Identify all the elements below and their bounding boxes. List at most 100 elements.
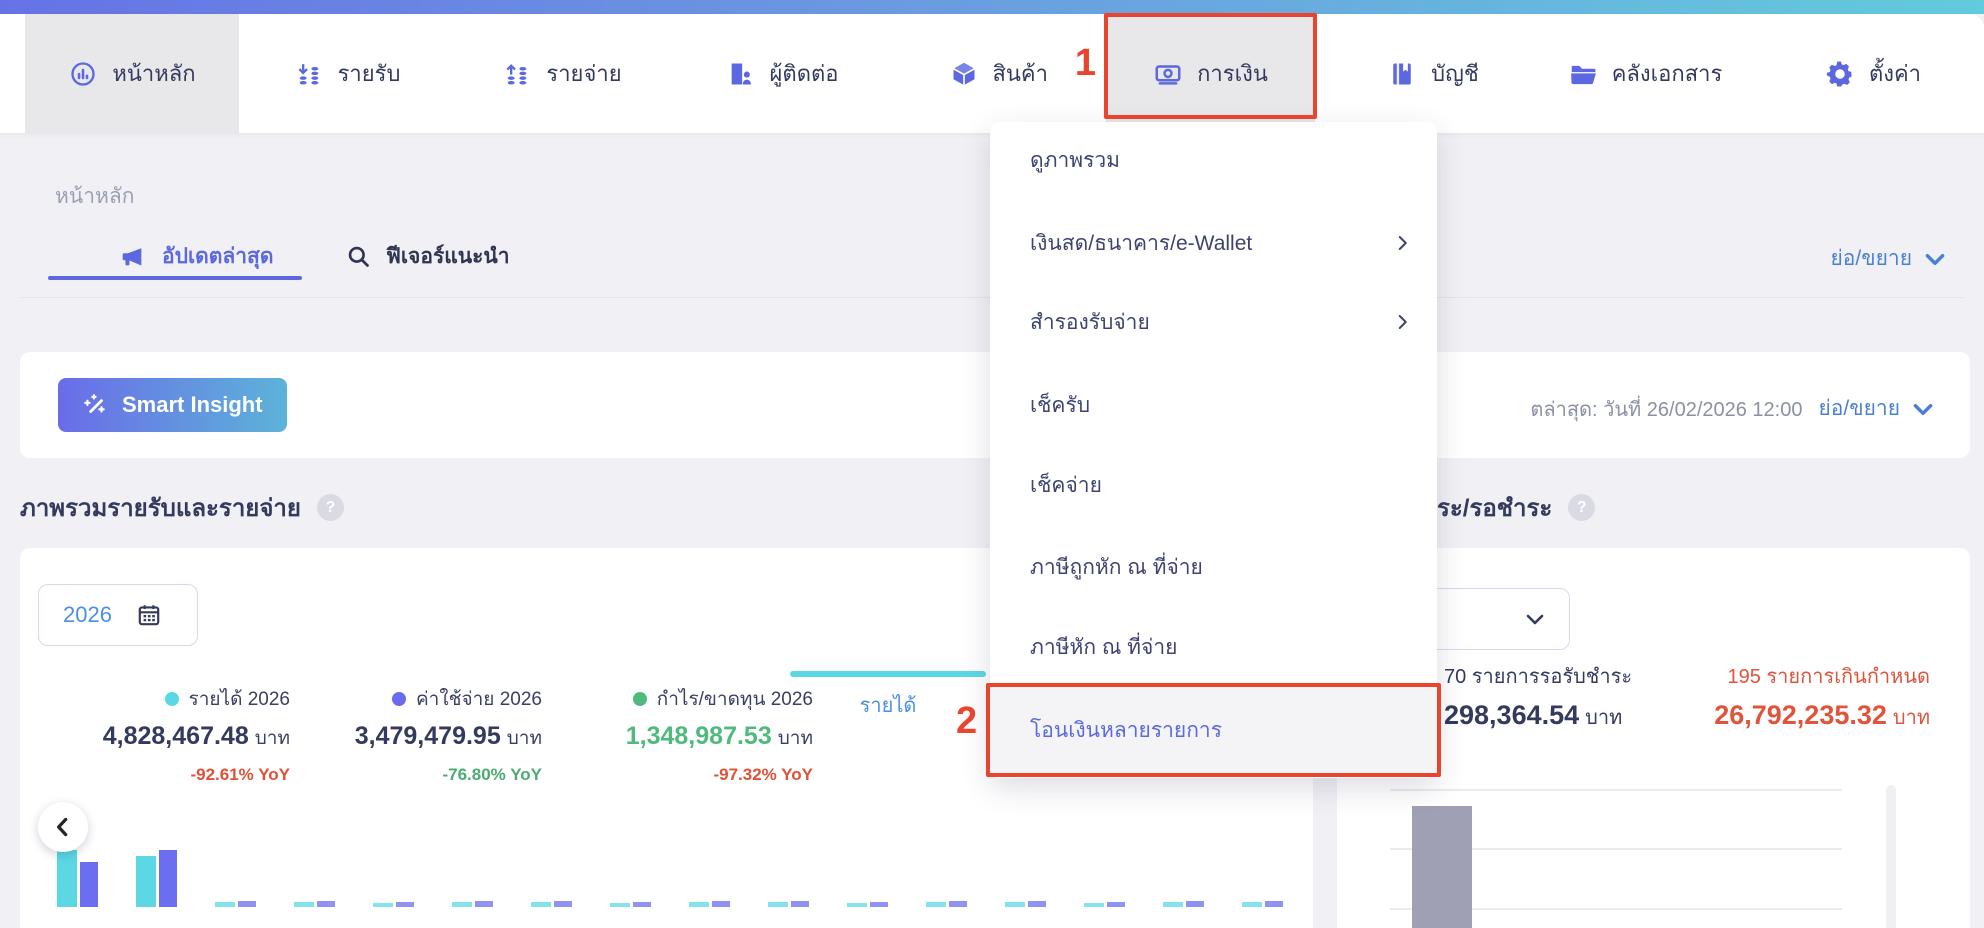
stat-count: 70 รายการรอรับชำระ [1444, 660, 1632, 692]
overdue-stat: 195 รายการเกินกำหนด26,792,235.32บาท [1714, 660, 1930, 733]
nav-item-label: สินค้า [992, 56, 1048, 91]
help-icon[interactable]: ? [317, 494, 344, 521]
menu-item-finance[interactable]: เงินสด/ธนาคาร/e-Wallet [990, 213, 1437, 273]
ledger-icon [1387, 59, 1417, 89]
nav-item-label: ผู้ติดต่อ [770, 56, 839, 91]
gridline [1390, 789, 1842, 791]
chart-bar-expense [633, 902, 651, 907]
menu-item-finance[interactable]: ภาษีหัก ณ ที่จ่าย [990, 617, 1437, 677]
active-tab-underline [48, 276, 302, 280]
main-navbar: หน้าหลัก รายรับ รายจ่าย ผู้ติดต่อ สินค้า การเ… [0, 14, 1984, 133]
nav-item-label: บัญชี [1431, 56, 1479, 91]
chart-bar-revenue [610, 903, 630, 907]
legend-value: 3,479,479.95บาท [310, 722, 542, 753]
scrollbar[interactable] [1886, 785, 1896, 928]
legend-yoy: -97.32% YoY [580, 765, 813, 785]
nav-item-gear[interactable]: ตั้งค่า [1818, 14, 1928, 133]
tab-latest-updates[interactable]: อัปเดตล่าสุด [118, 240, 274, 273]
chart-bar-revenue [768, 902, 788, 907]
chevron-down-icon [1910, 396, 1936, 422]
dashboard-icon [68, 59, 98, 89]
chart-bar-expense [712, 901, 730, 907]
menu-item-finance[interactable]: ภาษีถูกหัก ณ ที่จ่าย [990, 537, 1437, 597]
chart-bar-expense [791, 901, 809, 907]
chart-bar-expense [317, 901, 335, 907]
income-icon [294, 59, 324, 89]
legend-value: 1,348,987.53บาท [580, 722, 813, 753]
chart-bar-revenue [1005, 902, 1025, 907]
nav-item-product[interactable]: สินค้า [944, 14, 1054, 133]
menu-item-label: เช็คจ่าย [1030, 469, 1411, 502]
collapse-expand-top[interactable]: ย่อ/ขยาย [1830, 242, 1948, 275]
smart-insight-button[interactable]: Smart Insight [58, 378, 287, 432]
menu-item-finance[interactable]: สำรองรับจ่าย [990, 292, 1437, 352]
menu-item-label: ภาษีหัก ณ ที่จ่าย [1030, 631, 1411, 664]
chart-bar-expense [1028, 901, 1046, 907]
chart-bar-revenue [1163, 902, 1183, 907]
nav-item-dashboard[interactable]: หน้าหลัก [25, 14, 239, 133]
chart-prev-button[interactable] [38, 802, 88, 852]
chart-bar-revenue [1242, 902, 1262, 907]
nav-item-contacts[interactable]: ผู้ติดต่อ [712, 14, 852, 133]
menu-item-finance[interactable]: เช็ครับ [990, 375, 1437, 435]
tab-recommended-features[interactable]: ฟีเจอร์แนะนำ [345, 240, 510, 273]
chevron-right-icon [1393, 313, 1411, 331]
menu-item-label: เช็ครับ [1030, 389, 1411, 422]
chart-bar-revenue [294, 902, 314, 907]
legend-ค่าใช้จ่าย: ค่าใช้จ่าย 2026 3,479,479.95บาท -76.80% Yo… [310, 684, 542, 785]
menu-item-finance[interactable]: ดูภาพรวม [990, 130, 1437, 190]
nav-item-label: หน้าหลัก [112, 56, 195, 91]
chart-bar-expense [870, 902, 888, 907]
chart-bar-expense [80, 862, 98, 907]
nav-item-income[interactable]: รายรับ [282, 14, 412, 133]
top-gradient-strip [0, 0, 1984, 14]
nav-item-label: รายรับ [338, 56, 401, 91]
legend-dot-icon [392, 692, 406, 706]
nav-item-label: รายจ่าย [546, 56, 621, 91]
help-icon[interactable]: ? [1568, 494, 1595, 521]
menu-item-transfer-multiple[interactable]: โอนเงินหลายรายการ [990, 700, 1437, 760]
money-icon [1153, 59, 1183, 89]
collapse-expand-smart[interactable]: ย่อ/ขยาย [1818, 392, 1936, 425]
series-tab-indicator [790, 671, 986, 677]
chart-bar-expense [1186, 901, 1204, 907]
chart-bar-revenue [136, 856, 156, 907]
chevron-left-icon [50, 814, 76, 840]
chart-bar-expense [475, 901, 493, 907]
legend-yoy: -92.61% YoY [50, 765, 290, 785]
nav-item-ledger[interactable]: บัญชี [1378, 14, 1488, 133]
pending-receivable-stat: 70 รายการรอรับชำระ298,364.54บาท [1444, 660, 1632, 733]
finance-dropdown-menu: ดูภาพรวมเงินสด/ธนาคาร/e-Wallet สำรองรับจ่… [990, 122, 1437, 778]
chart-bar-revenue [531, 902, 551, 907]
legend-dot-icon [165, 692, 179, 706]
nav-item-folder[interactable]: คลังเอกสาร [1552, 14, 1738, 133]
chart-bar-revenue [926, 902, 946, 907]
chart-bar-expense [1107, 902, 1125, 907]
legend-yoy: -76.80% YoY [310, 765, 542, 785]
nav-item-label: การเงิน [1197, 56, 1268, 91]
nav-item-money[interactable]: การเงิน [1106, 14, 1315, 133]
year-picker[interactable]: 2026 [38, 584, 198, 646]
menu-item-finance[interactable]: เช็คจ่าย [990, 455, 1437, 515]
chevron-down-icon [1523, 607, 1547, 636]
menu-item-label: ดูภาพรวม [1030, 144, 1411, 177]
chart-bar-revenue [57, 850, 77, 907]
chart-bar-revenue [452, 902, 472, 907]
nav-item-label: คลังเอกสาร [1612, 56, 1723, 91]
chart-bar-revenue [373, 903, 393, 907]
chart-bar-expense [238, 901, 256, 907]
nav-item-expense[interactable]: รายจ่าย [492, 14, 632, 133]
chart-bar-expense [396, 902, 414, 907]
calendar-icon [136, 602, 162, 628]
chart-bar-revenue [215, 902, 235, 907]
product-icon [950, 59, 978, 89]
overview-section-title: ภาพรวมรายรับและรายจ่าย ? [20, 488, 344, 527]
contacts-icon [726, 59, 756, 89]
legend-label: ค่าใช้จ่าย 2026 [416, 689, 542, 710]
expense-icon [502, 59, 532, 89]
annotation-step-2: 2 [956, 702, 977, 740]
legend-รายได้: รายได้ 20264,828,467.48บาท-92.61% YoY [50, 684, 290, 785]
folder-icon [1568, 59, 1598, 89]
chart-bar-revenue [1084, 903, 1104, 907]
menu-item-label: สำรองรับจ่าย [1030, 306, 1393, 339]
